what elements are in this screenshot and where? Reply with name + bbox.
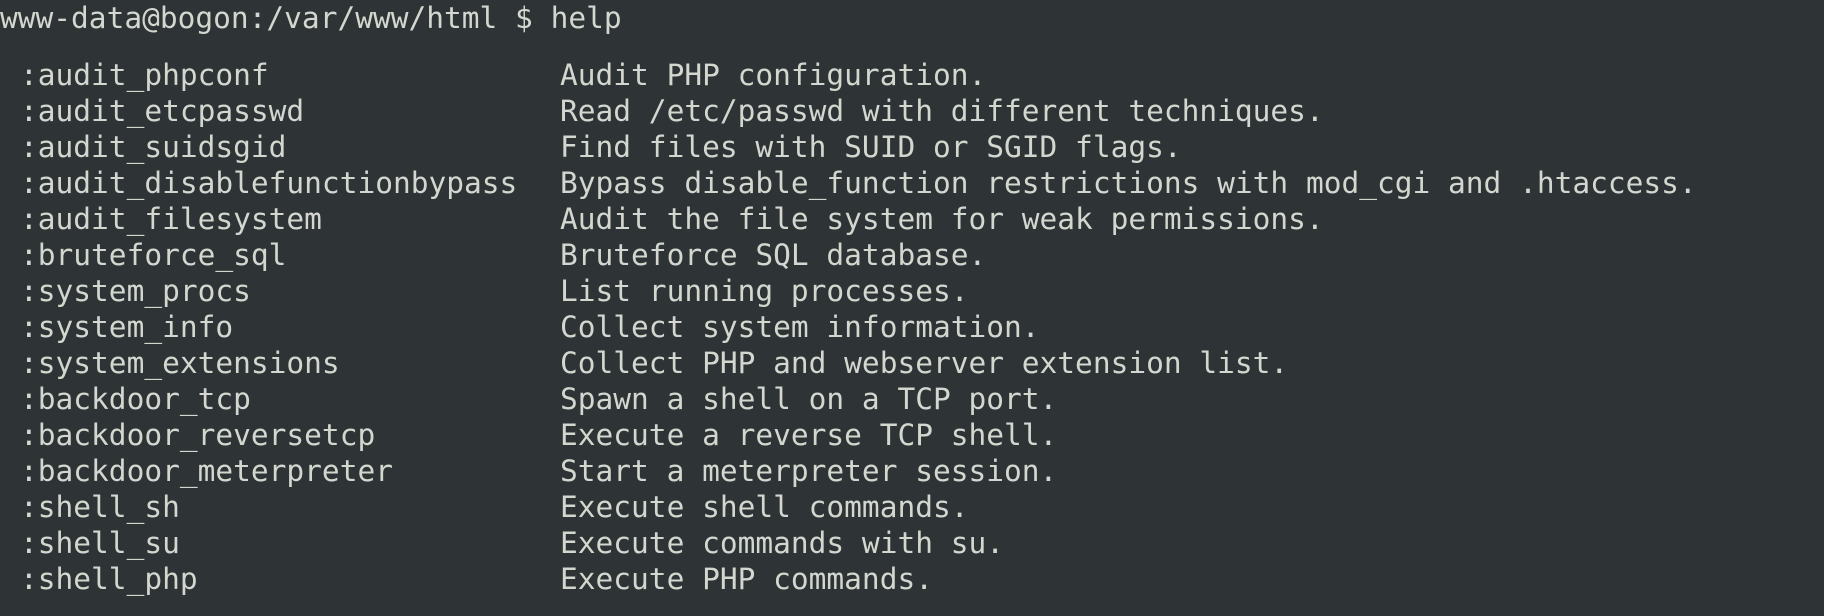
- command-description: Execute shell commands.: [560, 490, 969, 524]
- command-name: :bruteforce_sql: [20, 238, 287, 272]
- command-name: :audit_filesystem: [20, 202, 322, 236]
- help-row: :audit_phpconf Audit PHP configuration.: [0, 57, 1824, 93]
- help-row: :system_info Collect system information.: [0, 309, 1824, 345]
- command-description: Audit PHP configuration.: [560, 58, 987, 92]
- command-name: :shell_sh: [20, 490, 180, 524]
- help-row: :backdoor_reversetcp Execute a reverse T…: [0, 417, 1824, 453]
- command-name: :system_extensions: [20, 346, 340, 380]
- command-name: :audit_suidsgid: [20, 130, 287, 164]
- command-description: Bruteforce SQL database.: [560, 238, 987, 272]
- command-name: :backdoor_tcp: [20, 382, 251, 416]
- command-name: :system_info: [20, 310, 234, 344]
- command-description: Find files with SUID or SGID flags.: [560, 130, 1182, 164]
- help-row: :system_extensions Collect PHP and webse…: [0, 345, 1824, 381]
- help-row: :bruteforce_sql Bruteforce SQL database.: [0, 237, 1824, 273]
- help-row: :audit_disablefunctionbypass Bypass disa…: [0, 165, 1824, 201]
- command-name: :backdoor_reversetcp: [20, 418, 376, 452]
- prompt: www-data@bogon:/var/www/html $: [0, 1, 551, 35]
- command-name: :shell_su: [20, 526, 180, 560]
- help-row: :shell_sh Execute shell commands.: [0, 489, 1824, 525]
- command-description: Execute commands with su.: [560, 526, 1005, 560]
- command-description: List running processes.: [560, 274, 969, 308]
- command-name: :system_procs: [20, 274, 251, 308]
- help-row: :audit_etcpasswd Read /etc/passwd with d…: [0, 93, 1824, 129]
- command-description: Spawn a shell on a TCP port.: [560, 382, 1058, 416]
- help-row: :backdoor_meterpreter Start a meterprete…: [0, 453, 1824, 489]
- help-row: :backdoor_tcp Spawn a shell on a TCP por…: [0, 381, 1824, 417]
- help-row: :audit_suidsgid Find files with SUID or …: [0, 129, 1824, 165]
- help-row: :system_procs List running processes.: [0, 273, 1824, 309]
- command-name: :backdoor_meterpreter: [20, 454, 393, 488]
- command-description: Collect system information.: [560, 310, 1040, 344]
- command-description: Read /etc/passwd with different techniqu…: [560, 94, 1324, 128]
- command-description: Execute PHP commands.: [560, 562, 933, 596]
- command-name: :audit_disablefunctionbypass: [20, 166, 518, 200]
- command-description: Audit the file system for weak permissio…: [560, 202, 1324, 236]
- command-name: :audit_etcpasswd: [20, 94, 305, 128]
- command-description: Bypass disable_function restrictions wit…: [560, 166, 1697, 200]
- help-row: :shell_su Execute commands with su.: [0, 525, 1824, 561]
- help-row: :audit_filesystem Audit the file system …: [0, 201, 1824, 237]
- terminal-window[interactable]: www-data@bogon:/var/www/html $ help :aud…: [0, 0, 1824, 616]
- typed-command: help: [550, 1, 622, 35]
- command-name: :shell_php: [20, 562, 198, 596]
- help-row: :shell_php Execute PHP commands.: [0, 561, 1824, 597]
- prompt-line: www-data@bogon:/var/www/html $ help: [0, 0, 622, 36]
- command-description: Execute a reverse TCP shell.: [560, 418, 1058, 452]
- command-description: Start a meterpreter session.: [560, 454, 1058, 488]
- command-name: :audit_phpconf: [20, 58, 269, 92]
- command-description: Collect PHP and webserver extension list…: [560, 346, 1289, 380]
